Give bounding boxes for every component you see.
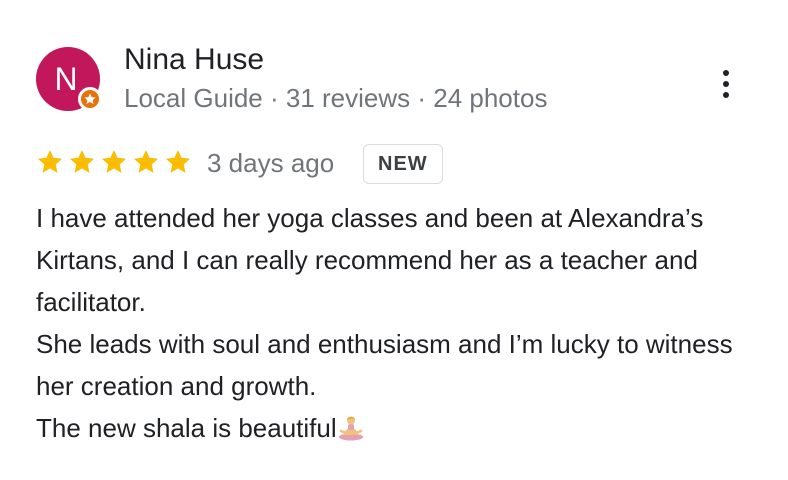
review-text: I have attended her yoga classes and bee… [36, 197, 756, 449]
star-icon [101, 150, 127, 173]
review-line: The new shala is beautiful [36, 407, 756, 449]
reviewer-meta: Local Guide · 31 reviews · 24 photos [124, 83, 548, 113]
star-rating [36, 148, 192, 176]
star-icon [133, 150, 159, 173]
avatar[interactable]: N [36, 47, 102, 111]
woman-in-lotus-position-emoji-icon [337, 411, 365, 441]
review-date: 3 days ago [207, 148, 335, 178]
more-vert-icon[interactable] [712, 66, 740, 102]
review-line-text: The new shala is beautiful [36, 413, 337, 443]
avatar-initial: N [54, 61, 78, 97]
review-line: She leads with soul and enthusiasm and I… [36, 329, 733, 401]
review-line: I have attended her yoga classes and bee… [36, 203, 704, 317]
local-guide-badge-icon [78, 87, 102, 111]
new-badge: NEW [363, 144, 443, 184]
star-icon [69, 150, 95, 173]
star-icon [37, 150, 63, 173]
star-icon [165, 150, 191, 173]
reviewer-name[interactable]: Nina Huse [124, 43, 264, 77]
